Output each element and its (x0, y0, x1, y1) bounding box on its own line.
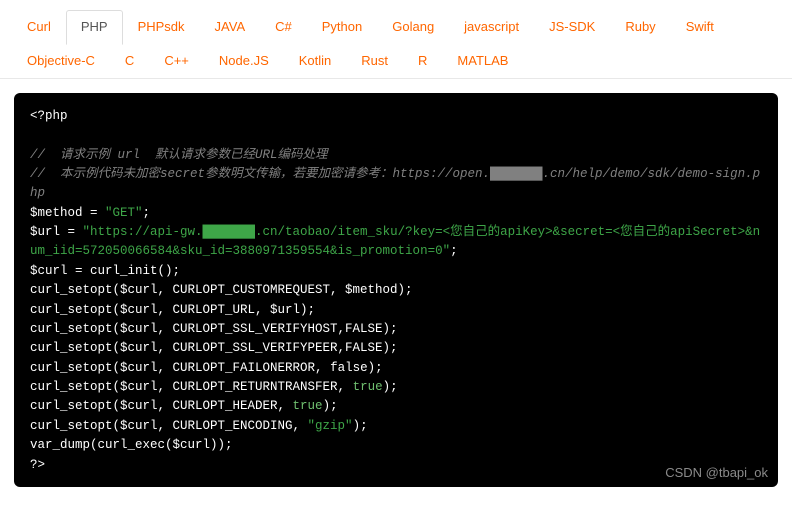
tab-c[interactable]: C (110, 44, 149, 79)
watermark: CSDN @tbapi_ok (665, 463, 768, 483)
tab-javascript[interactable]: javascript (449, 10, 534, 45)
tab-php[interactable]: PHP (66, 10, 123, 45)
tab-phpsdk[interactable]: PHPsdk (123, 10, 200, 45)
tab-objectivec[interactable]: Objective-C (12, 44, 110, 79)
tab-python[interactable]: Python (307, 10, 377, 45)
tab-cpp[interactable]: C++ (149, 44, 204, 79)
tab-java[interactable]: JAVA (200, 10, 261, 45)
tab-curl[interactable]: Curl (12, 10, 66, 45)
tab-ruby[interactable]: Ruby (610, 10, 670, 45)
tab-kotlin[interactable]: Kotlin (284, 44, 347, 79)
code-line: var_dump(curl_exec($curl)); (30, 436, 762, 455)
code-line: $url = "https://api-gw.███████.cn/taobao… (30, 223, 762, 262)
code-line: curl_setopt($curl, CURLOPT_ENCODING, "gz… (30, 417, 762, 436)
code-line: curl_setopt($curl, CURLOPT_FAILONERROR, … (30, 359, 762, 378)
code-line: curl_setopt($curl, CURLOPT_CUSTOMREQUEST… (30, 281, 762, 300)
code-line: curl_setopt($curl, CURLOPT_HEADER, true)… (30, 397, 762, 416)
code-line: curl_setopt($curl, CURLOPT_SSL_VERIFYPEE… (30, 339, 762, 358)
tab-csharp[interactable]: C# (260, 10, 307, 45)
code-line: $curl = curl_init(); (30, 262, 762, 281)
code-close-tag: ?> (30, 456, 762, 475)
code-line: curl_setopt($curl, CURLOPT_SSL_VERIFYHOS… (30, 320, 762, 339)
tab-swift[interactable]: Swift (671, 10, 729, 45)
tab-jssdk[interactable]: JS-SDK (534, 10, 610, 45)
code-line: $method = "GET"; (30, 204, 762, 223)
tab-rust[interactable]: Rust (346, 44, 403, 79)
code-open-tag: <?php (30, 107, 762, 126)
code-line: curl_setopt($curl, CURLOPT_URL, $url); (30, 301, 762, 320)
code-line: curl_setopt($curl, CURLOPT_RETURNTRANSFE… (30, 378, 762, 397)
language-tabs: Curl PHP PHPsdk JAVA C# Python Golang ja… (0, 0, 792, 79)
code-block: <?php // 请求示例 url 默认请求参数已经URL编码处理 // 本示例… (14, 93, 778, 487)
tab-nodejs[interactable]: Node.JS (204, 44, 284, 79)
tab-matlab[interactable]: MATLAB (442, 44, 523, 79)
code-comment: // 请求示例 url 默认请求参数已经URL编码处理 (30, 146, 762, 165)
tab-r[interactable]: R (403, 44, 442, 79)
code-comment: // 本示例代码未加密secret参数明文传输，若要加密请参考：https://… (30, 165, 762, 204)
tab-golang[interactable]: Golang (377, 10, 449, 45)
